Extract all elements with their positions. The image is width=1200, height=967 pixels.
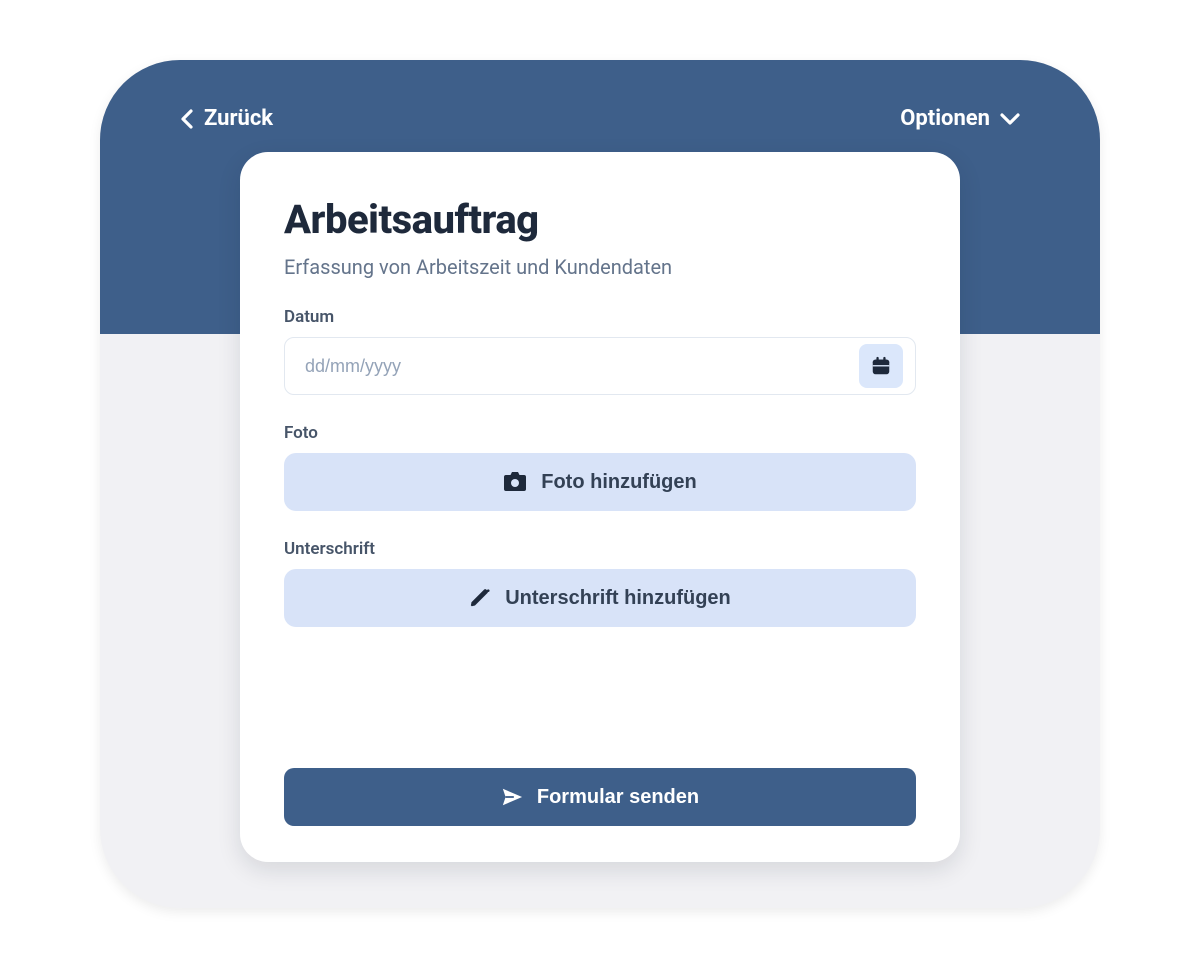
calendar-icon — [870, 355, 892, 377]
field-date: Datum — [284, 307, 916, 395]
field-signature: Unterschrift Unterschrift hinzufügen — [284, 539, 916, 627]
send-icon — [501, 786, 523, 808]
add-signature-label: Unterschrift hinzufügen — [505, 587, 731, 610]
options-button[interactable]: Optionen — [900, 106, 1020, 131]
spacer — [284, 627, 916, 744]
add-photo-label: Foto hinzufügen — [541, 471, 697, 494]
add-signature-button[interactable]: Unterschrift hinzufügen — [284, 569, 916, 627]
date-label: Datum — [284, 307, 916, 327]
form-subtitle: Erfassung von Arbeitszeit und Kundendate… — [284, 255, 916, 279]
back-button[interactable]: Zurück — [180, 106, 273, 131]
options-label: Optionen — [900, 106, 990, 131]
chevron-left-icon — [180, 109, 194, 129]
chevron-down-icon — [1000, 112, 1020, 126]
form-card: Arbeitsauftrag Erfassung von Arbeitszeit… — [240, 152, 960, 862]
date-input[interactable] — [305, 356, 859, 377]
field-photo: Foto Foto hinzufügen — [284, 423, 916, 511]
signature-label: Unterschrift — [284, 539, 916, 559]
submit-label: Formular senden — [537, 786, 699, 809]
pencil-icon — [469, 587, 491, 609]
device-frame: Zurück Optionen Arbeitsauftrag Erfassung… — [100, 60, 1100, 908]
back-label: Zurück — [204, 106, 273, 131]
date-picker-button[interactable] — [859, 344, 903, 388]
topbar-row: Zurück Optionen — [100, 60, 1100, 131]
photo-label: Foto — [284, 423, 916, 443]
camera-icon — [503, 471, 527, 493]
add-photo-button[interactable]: Foto hinzufügen — [284, 453, 916, 511]
form-title: Arbeitsauftrag — [284, 196, 916, 243]
date-input-wrap[interactable] — [284, 337, 916, 395]
submit-button[interactable]: Formular senden — [284, 768, 916, 826]
